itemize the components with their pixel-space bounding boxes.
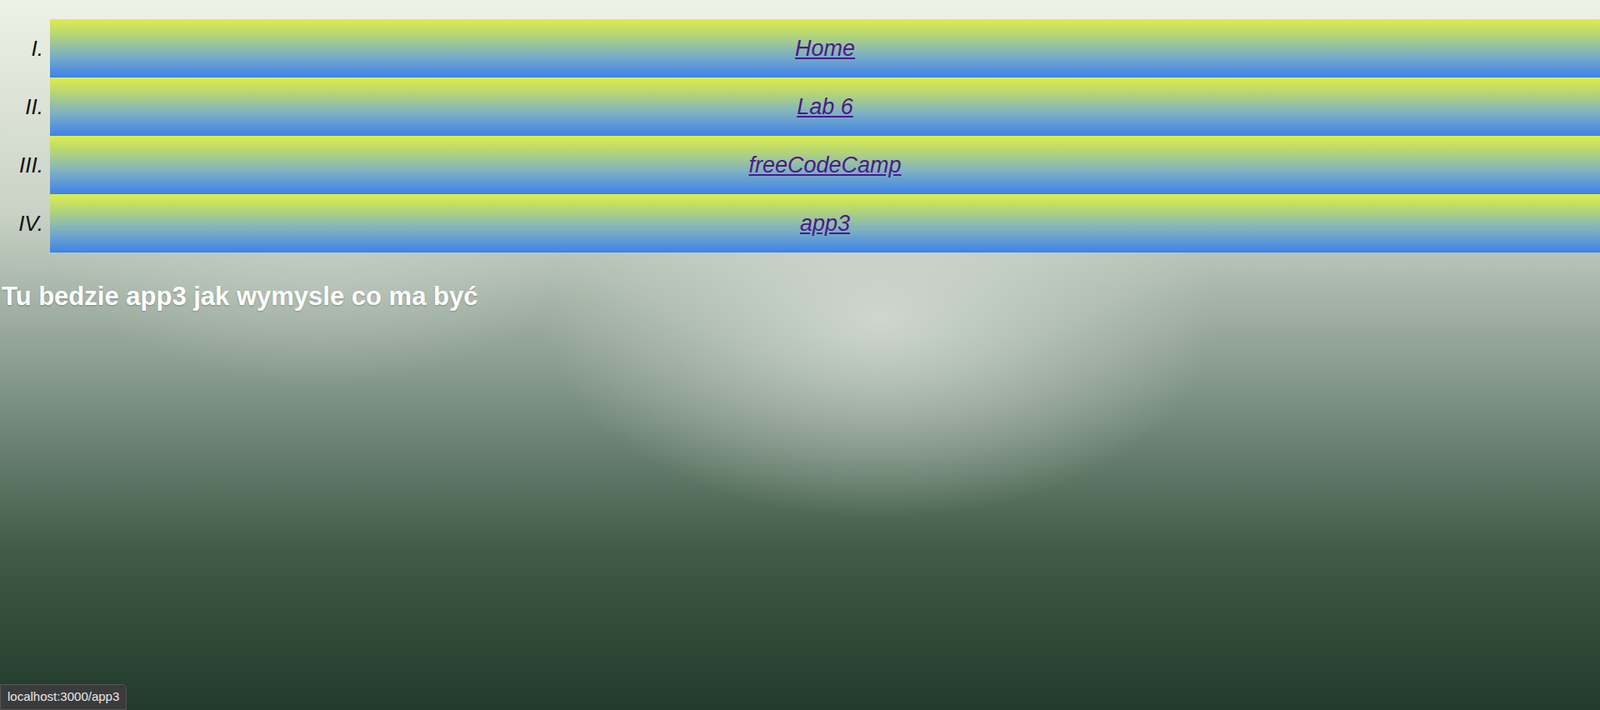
nav-bar[interactable]: app3 (50, 194, 1600, 253)
nav-numeral: I. (0, 19, 50, 78)
nav-link[interactable]: freeCodeCamp (748, 148, 901, 183)
nav-bar[interactable]: Lab 6 (50, 77, 1600, 136)
nav-numeral: III. (0, 135, 50, 195)
nav-numeral: IV. (0, 194, 50, 253)
nav-link[interactable]: Home (795, 31, 855, 66)
nav-numeral: II. (0, 77, 50, 136)
page-heading: Tu bedzie app3 jak wymysle co ma być (0, 280, 1600, 312)
nav-bar[interactable]: freeCodeCamp (50, 135, 1600, 195)
nav-item: II. Lab 6 (0, 77, 1600, 136)
nav-item: IV. app3 (0, 194, 1600, 253)
nav-bar[interactable]: Home (50, 19, 1600, 78)
nav-list: I. Home II. Lab 6 III. freeCodeCamp IV. app3 (0, 19, 1600, 253)
nav-item: I. Home (0, 19, 1600, 78)
nav-link[interactable]: app3 (800, 206, 850, 241)
page: I. Home II. Lab 6 III. freeCodeCamp IV. app3 Tu … (0, 0, 1600, 312)
nav-link[interactable]: Lab 6 (796, 90, 854, 125)
status-bar: localhost:3000/app3 (0, 684, 127, 710)
nav-item: III. freeCodeCamp (0, 135, 1600, 195)
